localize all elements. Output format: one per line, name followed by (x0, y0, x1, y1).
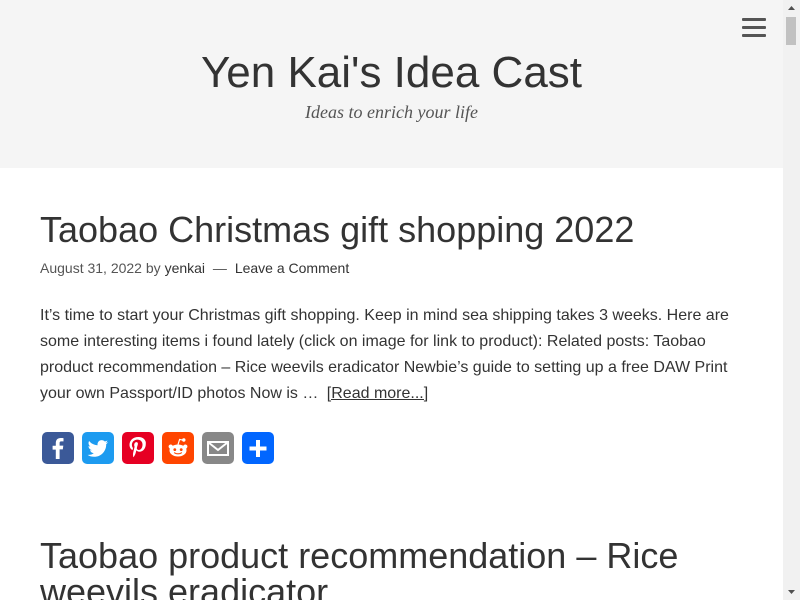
facebook-share-button[interactable] (42, 432, 74, 464)
page-viewport: Yen Kai's Idea Cast Ideas to enrich your… (0, 0, 783, 600)
meta-separator: — (212, 260, 227, 276)
hamburger-menu-icon[interactable] (742, 18, 766, 38)
pinterest-share-button[interactable] (122, 432, 154, 464)
site-tagline: Ideas to enrich your life (305, 102, 478, 122)
email-icon (207, 441, 229, 456)
twitter-share-button[interactable] (82, 432, 114, 464)
site-header: Yen Kai's Idea Cast Ideas to enrich your… (0, 0, 783, 168)
pinterest-icon (129, 437, 146, 458)
post-by-label: by (145, 260, 161, 276)
facebook-icon (52, 438, 64, 459)
reddit-share-button[interactable] (162, 432, 194, 464)
post-title-link[interactable]: Taobao product recommendation – Rice wee… (40, 538, 740, 600)
entry-meta: August 31, 2022 by yenkai — Leave a Comm… (40, 260, 349, 276)
post-author-link[interactable]: yenkai (165, 260, 205, 276)
post-title-link[interactable]: Taobao Christmas gift shopping 2022 (40, 212, 634, 248)
email-share-button[interactable] (202, 432, 234, 464)
twitter-icon (87, 440, 109, 457)
generic-share-button[interactable] (242, 432, 274, 464)
menu-bar (742, 18, 766, 21)
post-date: August 31, 2022 (40, 260, 142, 276)
reddit-icon (168, 438, 188, 457)
menu-bar (742, 26, 766, 29)
read-more-link[interactable]: [Read more...] (327, 385, 428, 402)
menu-bar (742, 34, 766, 37)
share-icon (249, 440, 267, 457)
scroll-up-arrow-icon[interactable] (783, 0, 800, 17)
leave-comment-link[interactable]: Leave a Comment (235, 260, 349, 276)
vertical-scrollbar[interactable] (783, 0, 800, 600)
site-title[interactable]: Yen Kai's Idea Cast (0, 47, 783, 99)
scrollbar-thumb[interactable] (786, 17, 796, 45)
scroll-down-arrow-icon[interactable] (783, 583, 800, 600)
post-excerpt: It’s time to start your Christmas gift s… (40, 303, 740, 407)
